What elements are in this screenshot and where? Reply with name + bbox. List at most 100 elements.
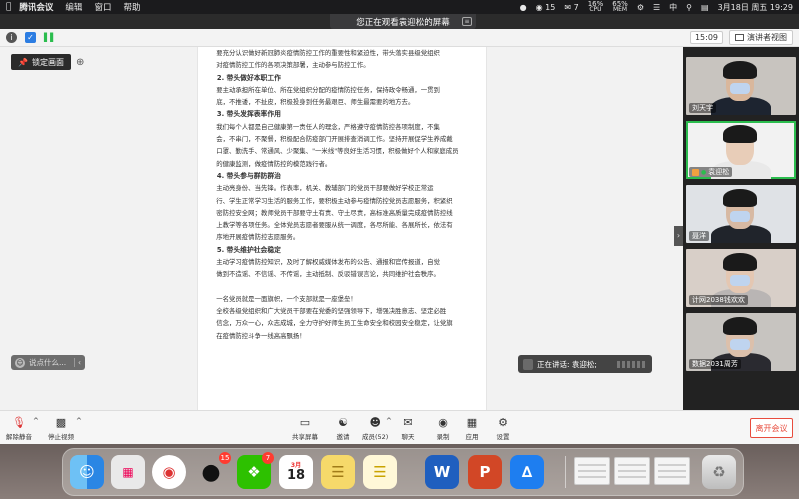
document-heading: 3. 带头发挥表率作用: [216, 110, 281, 119]
meeting-status-icon[interactable]: ●: [520, 3, 527, 12]
apps-grid-icon: ▦: [466, 416, 478, 429]
participant-hair: [723, 125, 757, 143]
calendar-icon[interactable]: 3月 18: [279, 455, 313, 489]
meeting-top-bar: i ✓ ▌▌ 15:09 演讲者视图: [0, 29, 799, 47]
menu-wifi-icon[interactable]: ☰: [653, 3, 660, 12]
tencent-meeting-icon[interactable]: ∆: [510, 455, 544, 489]
security-shield-icon[interactable]: ✓: [25, 32, 36, 43]
qq-status[interactable]: ◉ 15: [536, 3, 556, 12]
stop-video-button[interactable]: ▩ 停止视频: [48, 416, 74, 441]
chat-button[interactable]: ✉ 聊天: [401, 416, 415, 441]
record-button[interactable]: ◉ 录制: [436, 416, 450, 441]
spotlight-search-icon[interactable]: ⚲: [686, 3, 692, 12]
document-line: 对疫情防控工作的各项决策部署，主动参与防控工作。: [216, 61, 370, 70]
annotation-icon[interactable]: ⊕: [76, 57, 84, 68]
trash-icon[interactable]: ♻: [702, 455, 736, 489]
stickies-icon[interactable]: ☰: [321, 455, 355, 489]
cpu-stat[interactable]: 16% CPU: [588, 1, 604, 13]
mem-label: MEM: [612, 6, 628, 13]
mem-stat[interactable]: 65% MEM: [612, 1, 628, 13]
apple-icon[interactable]: : [6, 2, 11, 12]
menu-help[interactable]: 帮助: [123, 1, 140, 13]
members-button[interactable]: ☻ 成员(52): [362, 416, 388, 441]
menu-extra-icon[interactable]: ⚙: [637, 3, 644, 12]
meeting-control-bar: 🎙 解除静音 ^ ▩ 停止视频 ^ ▭ 共享屏幕 ☯ 邀请 ☻ 成员(52) ^…: [0, 410, 799, 444]
share-screen-label: 共享屏幕: [292, 433, 318, 441]
share-screen-button[interactable]: ▭ 共享屏幕: [292, 416, 318, 441]
participant-sidebar: 刘天宇 ● 袁迎松聂洋计网2038钱欢欢数据2031周芳: [683, 47, 799, 410]
document-line: 行、学生正常学习生活的服务工作，要积极主动参与疫情防控党员志愿服务，积紧织: [216, 196, 453, 205]
word-icon[interactable]: W: [425, 455, 459, 489]
face-mask: [730, 275, 750, 286]
participant-name: 袁迎松: [708, 168, 730, 176]
chevron-left-icon[interactable]: ‹: [74, 358, 81, 367]
meeting-timer: 15:09: [689, 31, 723, 44]
document-line: 会，不串门，不聚餐，积极配合防疫部门开展排查消调工作。坚持开展促学生养成戴: [216, 135, 453, 144]
chat-quick-input[interactable]: ☺ 说点什么... ‹: [11, 355, 85, 370]
thumb-line: [618, 470, 646, 472]
participant-tile[interactable]: ● 袁迎松: [686, 121, 796, 179]
thumb-line: [578, 470, 606, 472]
record-icon: ◉: [438, 416, 448, 429]
share-banner-text: 您正在观看袁迎松的屏幕: [356, 17, 450, 28]
finder-icon[interactable]: ☺: [70, 455, 104, 489]
minimized-window-thumbnail[interactable]: [614, 457, 650, 485]
participant-tile[interactable]: 数据2031周芳: [686, 313, 796, 371]
menu-app-name[interactable]: 腾讯会议: [19, 1, 53, 13]
qq-icon[interactable]: ● 15: [194, 452, 231, 489]
menu-bar:  腾讯会议 编辑 窗口 帮助 ● ◉ 15 ✉ 7 16%CPU 65%MEM…: [0, 0, 799, 14]
document-heading: 4. 带头参与群防群治: [216, 171, 281, 180]
input-method[interactable]: 中: [669, 2, 677, 13]
participant-name: 刘天宇: [692, 104, 713, 112]
audio-wave-icon: [617, 360, 647, 368]
members-icon: ☻: [369, 416, 381, 429]
thumb-line: [658, 464, 686, 466]
participant-hair: [723, 253, 757, 271]
members-options-chevron-icon[interactable]: ^: [386, 417, 392, 425]
menu-clock[interactable]: 3月18日 周五 19:29: [718, 2, 793, 13]
speaker-view-button[interactable]: 演讲者视图: [729, 30, 793, 45]
grid-view-icon: [735, 34, 744, 41]
document-line: 序地开展疫情防控志愿服务。: [216, 233, 300, 242]
invite-button[interactable]: ☯ 邀请: [336, 416, 350, 441]
powerpoint-icon[interactable]: P: [468, 455, 502, 489]
participant-tile[interactable]: 计网2038钱欢欢: [686, 249, 796, 307]
share-menu-icon[interactable]: ≡: [462, 17, 472, 26]
unmute-button[interactable]: 🎙 解除静音: [6, 416, 32, 441]
settings-label: 设置: [496, 433, 510, 441]
participant-name: 计网2038钱欢欢: [692, 296, 745, 304]
launchpad-icon[interactable]: ▦: [111, 455, 145, 489]
minimized-window-thumbnail[interactable]: [574, 457, 610, 485]
thumb-line: [618, 464, 646, 466]
emoji-icon[interactable]: ☺: [15, 357, 25, 368]
notes-icon[interactable]: ☰: [363, 455, 397, 489]
mic-options-chevron-icon[interactable]: ^: [33, 417, 39, 425]
lock-view-label: 锁定画面: [31, 57, 64, 67]
meeting-info-icon[interactable]: i: [6, 32, 17, 43]
control-center-icon[interactable]: ▤: [701, 3, 709, 12]
apps-button[interactable]: ▦ 应用: [465, 416, 479, 441]
wechat-status[interactable]: ✉ 7: [564, 3, 578, 12]
lock-view-button[interactable]: 📌 锁定画面: [11, 54, 71, 70]
participant-tile[interactable]: 刘天宇: [686, 57, 796, 115]
menu-window[interactable]: 窗口: [94, 1, 111, 13]
face-mask: [730, 339, 750, 350]
settings-button[interactable]: ⚙ 设置: [496, 416, 510, 441]
chrome-icon[interactable]: ◉: [152, 455, 186, 489]
face-mask: [730, 211, 750, 222]
document-line: 做到不造谣、不信谣、不传谣，主动抵制、反驳错误言论，共同维护社会秩序。: [216, 270, 440, 279]
stop-video-label: 停止视频: [48, 433, 74, 441]
mic-active-icon: ●: [701, 168, 707, 176]
video-options-chevron-icon[interactable]: ^: [76, 417, 82, 425]
menu-edit[interactable]: 编辑: [65, 1, 82, 13]
document-line: 要充分认识做好新冠肺炎疫情防控工作的重要性和紧迫性，带头落实县级党组织: [216, 49, 440, 57]
participant-tile[interactable]: 聂洋: [686, 185, 796, 243]
participant-hair: [723, 61, 757, 79]
wechat-dock-icon[interactable]: ❖ 7: [237, 452, 274, 489]
network-signal-icon[interactable]: ▌▌: [44, 33, 56, 42]
minimized-window-thumbnail[interactable]: [654, 457, 690, 485]
leave-meeting-button[interactable]: 离开会议: [750, 418, 793, 438]
qq-penguin-icon: ◉: [535, 2, 543, 12]
document-line: 一名党员就是一面旗帜，一个支部就是一座堡垒！: [216, 294, 357, 303]
chevron-right-icon[interactable]: ›: [674, 226, 683, 246]
